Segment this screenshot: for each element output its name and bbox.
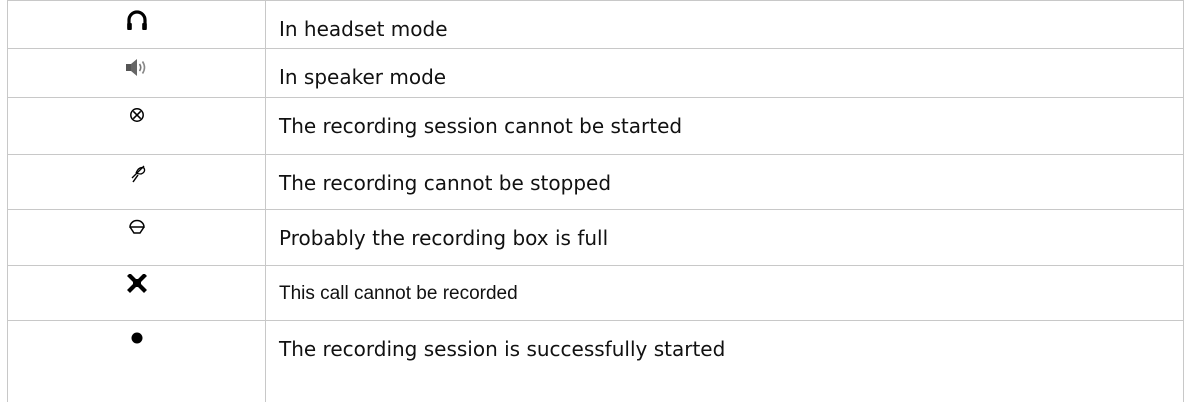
icon-cell [7, 154, 266, 210]
table-row: This call cannot be recorded [7, 265, 1184, 321]
table-row: The recording session cannot be started [7, 97, 1184, 155]
icon-cell [7, 97, 266, 155]
row-description: The recording session cannot be started [279, 114, 683, 138]
circle-x-icon [124, 106, 150, 128]
table-row: In speaker mode [7, 48, 1184, 98]
description-cell: The recording cannot be stopped [265, 154, 1184, 210]
icon-cell [7, 265, 266, 321]
table-row: In headset mode [7, 0, 1184, 49]
table-row: The recording session is successfully st… [7, 320, 1184, 402]
icon-cell [7, 209, 266, 266]
recording-box-full-icon [124, 218, 150, 240]
icon-cell [7, 320, 266, 402]
row-description: This call cannot be recorded [279, 283, 518, 304]
filled-dot-icon [124, 329, 150, 351]
icon-cell [7, 0, 266, 49]
description-cell: Probably the recording box is full [265, 209, 1184, 266]
table-row: The recording cannot be stopped [7, 154, 1184, 210]
description-cell: In headset mode [265, 0, 1184, 49]
row-description: In headset mode [279, 17, 448, 41]
row-description: Probably the recording box is full [279, 226, 609, 250]
icon-cell [7, 48, 266, 98]
bold-x-icon [124, 274, 150, 296]
description-cell: The recording session cannot be started [265, 97, 1184, 155]
description-cell: In speaker mode [265, 48, 1184, 98]
speaker-icon [124, 57, 150, 79]
icon-legend-table: In headset mode In speaker mode The reco… [7, 0, 1184, 402]
table-row: Probably the recording box is full [7, 209, 1184, 266]
description-cell: This call cannot be recorded [265, 265, 1184, 321]
crossed-mic-icon [124, 163, 150, 185]
row-description: In speaker mode [279, 65, 447, 89]
description-cell: The recording session is successfully st… [265, 320, 1184, 402]
row-description: The recording session is successfully st… [279, 337, 726, 361]
row-description: The recording cannot be stopped [279, 171, 612, 195]
headset-icon [124, 9, 150, 31]
